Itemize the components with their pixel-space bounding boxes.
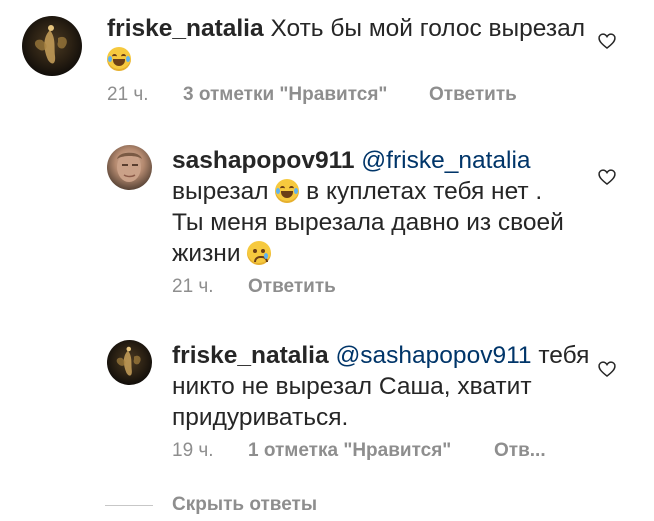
reply-button[interactable]: Отв... [494,440,546,462]
comment-text: в куплетах тебя нет . [306,178,543,205]
mention-link[interactable]: @sashapopov911 [335,342,531,369]
avatar-man-image [117,152,142,182]
comment-body: friske_natalia Хоть бы мой голос вырезал [107,13,587,75]
sad-emoji-icon [247,241,272,265]
comment-text: жизни [172,240,241,267]
comment-text: вырезал [172,178,269,205]
avatar-fairy-image [34,25,67,64]
avatar[interactable] [107,145,152,190]
mention-link[interactable]: @friske_natalia [361,147,530,174]
comment-text: тебя [538,342,590,369]
avatar[interactable] [107,340,152,385]
reply-button[interactable]: Ответить [248,276,336,298]
comment-body: friske_natalia @sashapopov911 тебя никто… [172,340,592,433]
avatar-fairy-image [116,346,141,376]
comment-text: Ты меня вырезала давно из своей [172,209,564,236]
comment-username[interactable]: friske_natalia [107,15,264,42]
likes-count-link[interactable]: 3 отметки "Нравится" [183,84,387,106]
comment-body: sashapopov911 @friske_natalia вырезал в … [172,145,592,269]
heart-icon[interactable] [597,167,617,187]
comment-time: 21 ч. [107,84,149,105]
comment-text: придуриваться. [172,404,349,431]
likes-count-link[interactable]: 1 отметка "Нравится" [248,440,451,462]
avatar[interactable] [22,16,82,76]
comment-username[interactable]: sashapopov911 [172,147,354,174]
hide-replies-button[interactable]: Скрыть ответы [172,494,317,516]
divider-line [105,505,153,506]
comment-text: Хоть бы мой голос вырезал [270,15,586,42]
comment-text: никто не вырезал Саша, хватит [172,373,532,400]
heart-icon[interactable] [597,359,617,379]
laugh-emoji-icon [107,47,131,71]
comment-username[interactable]: friske_natalia [172,342,329,369]
comment-time: 19 ч. [172,440,214,461]
laugh-emoji-icon [275,179,300,203]
comment-time: 21 ч. [172,276,214,297]
heart-icon[interactable] [597,31,617,51]
reply-button[interactable]: Ответить [429,84,517,106]
